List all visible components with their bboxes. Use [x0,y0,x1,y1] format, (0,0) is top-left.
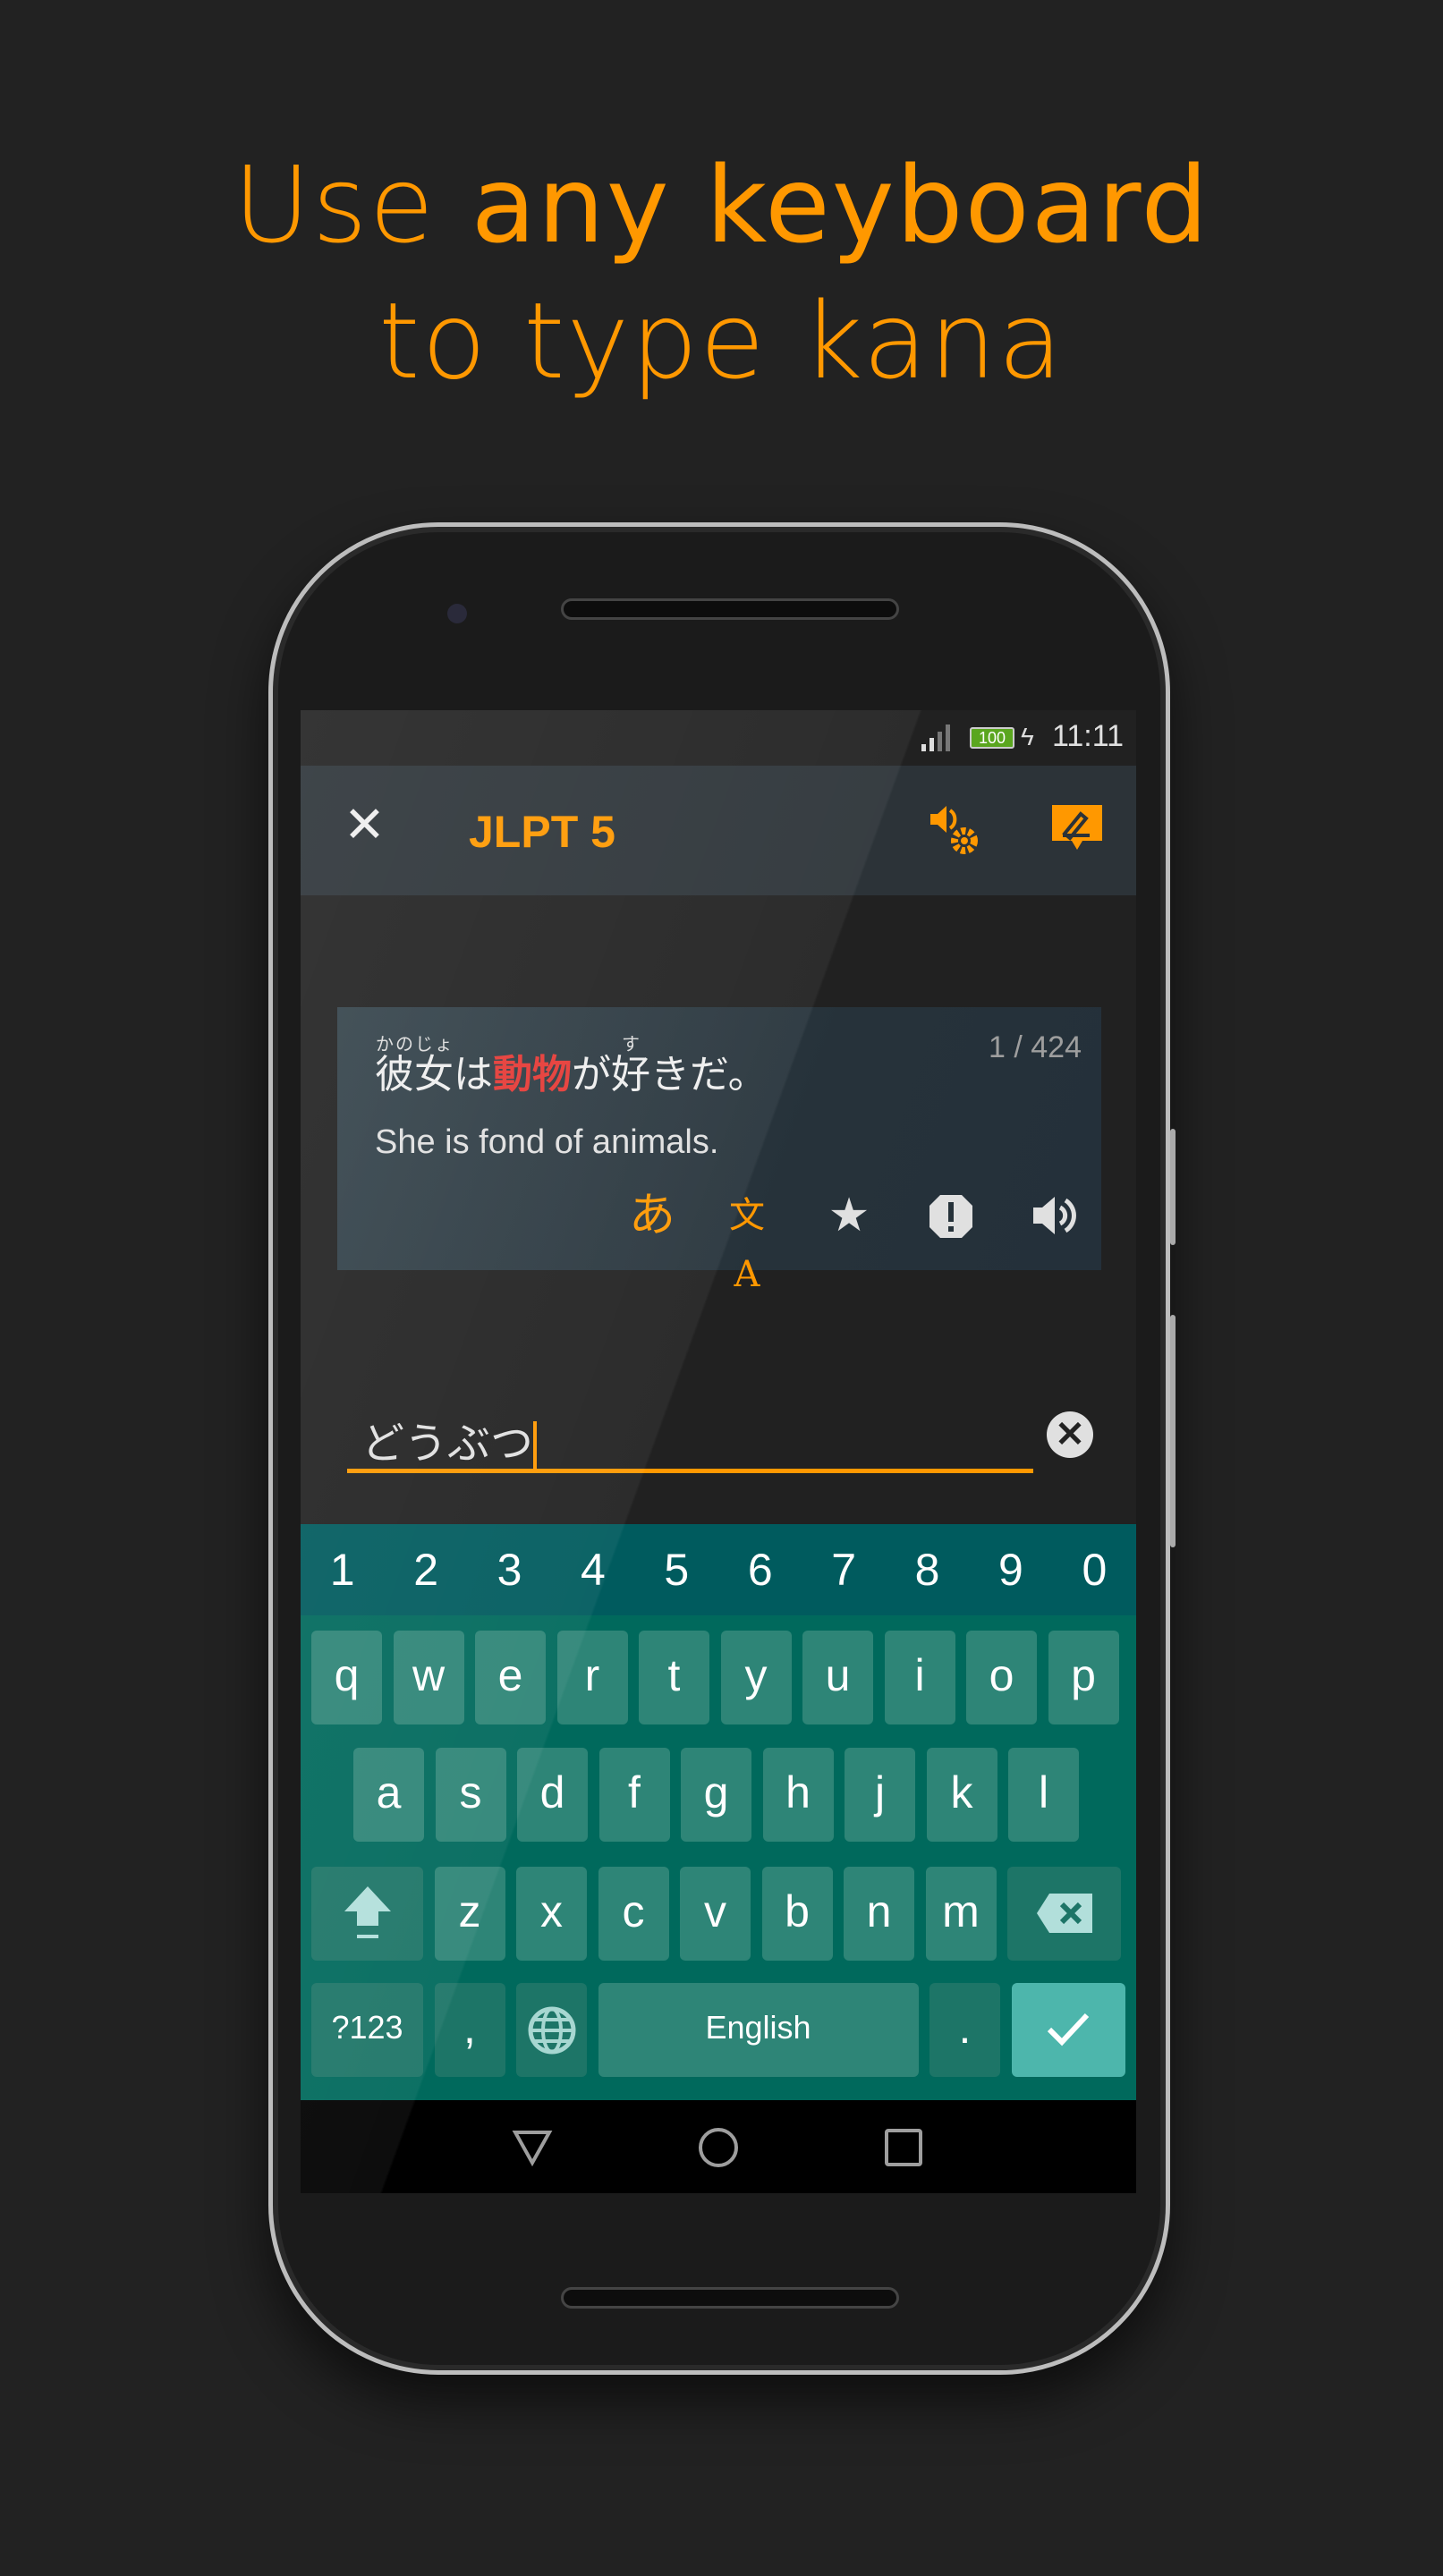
furigana: かのじょ [375,1033,454,1055]
navigation-bar [301,2100,1136,2193]
key-w[interactable]: w [393,1631,464,1724]
key-l[interactable]: l [1008,1748,1079,1842]
signal-icon [921,724,950,751]
globe-icon [528,2006,575,2055]
toolbar: ✕ JLPT 5 [301,766,1136,895]
headline-prefix: Use [233,143,471,267]
shift-key[interactable] [311,1867,423,1961]
highlighted-word: 動物 [493,1052,572,1097]
battery-icon: 100 [970,727,1014,749]
key-a[interactable]: a [353,1748,424,1842]
card-actions: あ 文A ★ [337,1186,1101,1295]
particle: が [572,1052,611,1097]
text-caret [533,1421,538,1471]
check-icon [1047,2012,1090,2046]
key-i[interactable]: i [884,1631,955,1724]
key-0[interactable]: 0 [1053,1524,1136,1615]
headline-line-1: Use any keyboard [0,143,1443,267]
volume-button [1170,1315,1176,1547]
page-title: JLPT 5 [469,807,615,857]
key-x[interactable]: x [516,1867,587,1961]
key-row-4: ?123 , English . [311,1983,1125,2077]
top-speaker [561,598,899,620]
close-icon[interactable]: ✕ [344,800,386,850]
furigana: す [611,1033,650,1055]
key-m[interactable]: m [925,1867,997,1961]
headline-line-2: to type kana [378,279,1065,402]
key-v[interactable]: v [680,1867,751,1961]
feedback-edit-icon[interactable] [1048,801,1106,859]
language-key[interactable] [516,1983,587,2077]
key-p[interactable]: p [1048,1631,1119,1724]
star-icon[interactable]: ★ [822,1186,876,1245]
key-row-3: zxcvbnm [311,1867,1121,1961]
word-suki: 好す [611,1033,650,1097]
answer-input-value[interactable]: どうぶつ [361,1408,538,1471]
enter-key[interactable] [1011,1983,1125,2077]
key-g[interactable]: g [681,1748,751,1842]
key-row-1: qwertyuiop [311,1631,1119,1724]
word-kanojo: 彼女かのじょ [375,1033,454,1097]
report-icon[interactable] [924,1186,978,1245]
key-s[interactable]: s [435,1748,506,1842]
sentence-end: きだ。 [650,1052,768,1097]
key-q[interactable]: q [311,1631,382,1724]
key-z[interactable]: z [434,1867,505,1961]
front-camera [447,604,467,623]
key-2[interactable]: 2 [384,1524,467,1615]
key-o[interactable]: o [966,1631,1037,1724]
app-screen: 100 ϟ 11:11 ✕ JLPT 5 1 / 424 彼女かのじょは動物が好… [301,710,1136,2193]
audio-settings-icon[interactable] [927,801,984,859]
backspace-icon [1036,1894,1092,1933]
key-u[interactable]: u [802,1631,873,1724]
symbols-key[interactable]: ?123 [311,1983,423,2077]
key-3[interactable]: 3 [468,1524,551,1615]
key-b[interactable]: b [761,1867,833,1961]
sentence-card: 1 / 424 彼女かのじょは動物が好すきだ。 She is fond of a… [337,1007,1101,1295]
japanese-sentence: 彼女かのじょは動物が好すきだ。 [375,1033,768,1099]
status-bar: 100 ϟ 11:11 [301,710,1136,766]
answer-input[interactable]: どうぶつ [347,1408,1033,1473]
clear-input-button[interactable]: ✕ [1047,1411,1093,1458]
key-k[interactable]: k [926,1748,997,1842]
key-j[interactable]: j [845,1748,915,1842]
translation: She is fond of animals. [375,1123,719,1161]
power-button [1170,1129,1176,1245]
backspace-key[interactable] [1007,1867,1121,1961]
key-e[interactable]: e [475,1631,546,1724]
number-row: 1234567890 [301,1524,1136,1615]
comma-key[interactable]: , [434,1983,505,2077]
key-7[interactable]: 7 [802,1524,885,1615]
charging-icon: ϟ [1021,723,1034,750]
speaker-icon[interactable] [1026,1186,1080,1245]
key-1[interactable]: 1 [301,1524,384,1615]
key-6[interactable]: 6 [718,1524,802,1615]
key-r[interactable]: r [556,1631,628,1724]
clock: 11:11 [1051,719,1124,753]
soft-keyboard: 1234567890 qwertyuiop asdfghjkl zxcvbnm … [301,1524,1136,2100]
key-n[interactable]: n [844,1867,914,1961]
bottom-speaker [561,2287,899,2309]
kana-icon[interactable]: あ [625,1186,679,1245]
home-icon[interactable] [698,2127,739,2168]
key-y[interactable]: y [720,1631,792,1724]
key-t[interactable]: t [639,1631,709,1724]
card-counter: 1 / 424 [989,1030,1082,1064]
particle: は [454,1052,493,1097]
key-f[interactable]: f [598,1748,670,1842]
key-9[interactable]: 9 [969,1524,1052,1615]
back-icon[interactable] [512,2127,553,2168]
key-4[interactable]: 4 [551,1524,634,1615]
key-c[interactable]: c [598,1867,669,1961]
key-h[interactable]: h [762,1748,834,1842]
translate-icon[interactable]: 文A [720,1186,774,1295]
key-5[interactable]: 5 [635,1524,718,1615]
period-key[interactable]: . [929,1983,1000,2077]
space-key[interactable]: English [598,1983,919,2077]
key-row-2: asdfghjkl [353,1748,1079,1842]
recents-icon[interactable] [883,2127,924,2168]
headline-emphasis: any keyboard [471,143,1210,267]
key-8[interactable]: 8 [886,1524,969,1615]
key-d[interactable]: d [517,1748,588,1842]
